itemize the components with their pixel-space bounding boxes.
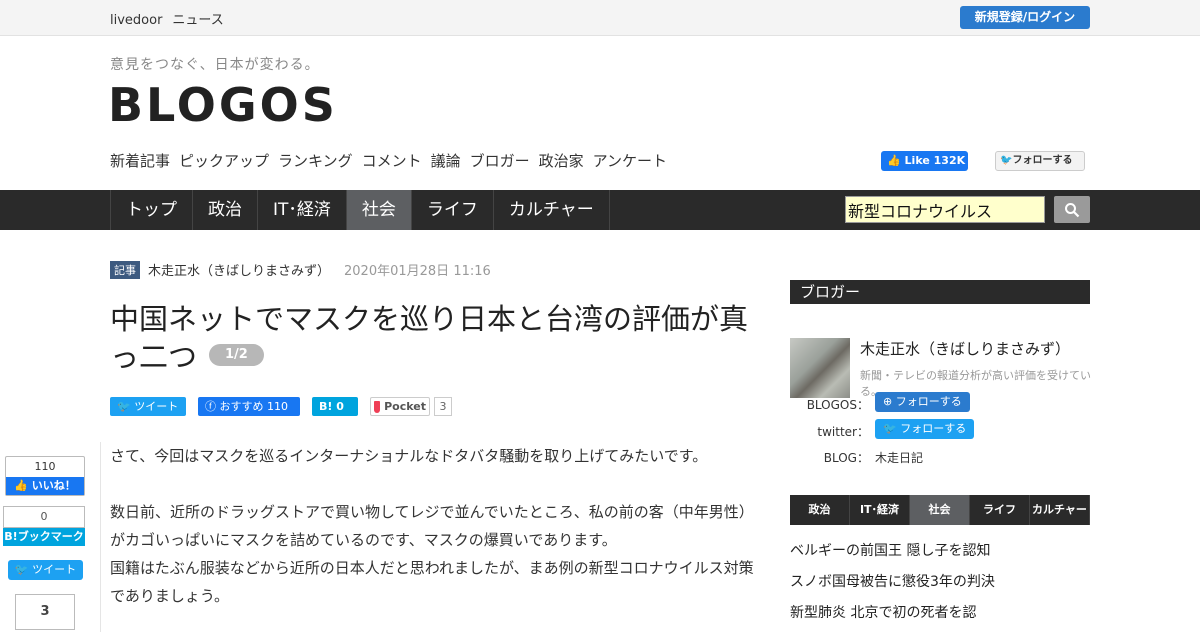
- search-icon: [1065, 203, 1080, 218]
- main-navigation: トップ 政治 IT･経済 社会 ライフ カルチャー: [0, 190, 1200, 230]
- fb-like-label: Like 132K: [904, 154, 966, 167]
- brand-news: ニュース: [172, 13, 224, 28]
- top-bar: livedoor ニュース 新規登録/ログイン: [0, 0, 1200, 36]
- site-header: 意見をつなぐ、日本が変わる。 BLOGOS 新着記事 ピックアップ ランキング …: [0, 36, 1200, 190]
- search-input[interactable]: [845, 196, 1045, 223]
- nav-top[interactable]: トップ: [110, 190, 193, 230]
- blogos-label: BLOGOS：: [806, 398, 869, 412]
- tab-it-economy[interactable]: IT･経済: [850, 495, 910, 525]
- subnav-pickup[interactable]: ピックアップ: [179, 150, 269, 171]
- tw-follow-label: フォローする: [1012, 155, 1073, 166]
- floating-fb-like[interactable]: 110 👍 いいね！: [5, 456, 85, 496]
- nav-politics[interactable]: 政治: [193, 190, 258, 230]
- tweet-label: ツイート: [134, 400, 179, 413]
- article-author[interactable]: 木走正水（きばしりまさみず）: [148, 260, 330, 279]
- subnav-survey[interactable]: アンケート: [593, 150, 667, 171]
- article-tag: 記事: [110, 260, 140, 279]
- category-tabs: 政治 IT･経済 社会 ライフ カルチャー: [790, 495, 1090, 525]
- subnav-debate[interactable]: 議論: [431, 150, 461, 171]
- avatar[interactable]: [790, 338, 850, 398]
- livedoor-brand[interactable]: livedoor ニュース: [110, 9, 234, 28]
- tweet-button[interactable]: 🐦 ツイート: [110, 397, 186, 416]
- thumbs-up-icon: 👍: [887, 154, 901, 167]
- nav-culture[interactable]: カルチャー: [494, 190, 610, 230]
- floating-tweet-button[interactable]: 🐦 ツイート: [8, 560, 83, 580]
- page-indicator: 1/2: [209, 344, 264, 366]
- pocket-button[interactable]: Pocket: [370, 397, 430, 416]
- blogos-follow-button[interactable]: ⊕ フォローする: [875, 392, 970, 412]
- nav-society[interactable]: 社会: [346, 190, 412, 230]
- fb-like-label: 👍 いいね！: [6, 477, 84, 495]
- list-item[interactable]: スノボ国母被告に懲役3年の判決: [790, 567, 1090, 598]
- subnav-ranking[interactable]: ランキング: [278, 150, 353, 171]
- hatena-label: B!ブックマーク: [3, 528, 85, 546]
- sub-navigation: 新着記事 ピックアップ ランキング コメント 議論 ブロガー 政治家 アンケート: [110, 150, 676, 171]
- twitter-label: twitter：: [817, 425, 869, 439]
- tweet-label: ツイート: [32, 563, 77, 576]
- paragraph: 国籍はたぶん服装などから近所の日本人だと思われましたが、まあ例の新型コロナウイル…: [110, 559, 754, 605]
- search-button[interactable]: [1054, 196, 1090, 223]
- paragraph: 数日前、近所のドラッグストアで買い物してレジで並んでいたところ、私の前の客（中年…: [110, 503, 754, 549]
- subnav-comment[interactable]: コメント: [362, 150, 422, 171]
- twitter-follow-button[interactable]: 🐦フォローする: [995, 151, 1085, 171]
- subnav-politician[interactable]: 政治家: [539, 150, 584, 171]
- facebook-like-button[interactable]: 👍 Like 132K: [881, 151, 968, 171]
- fb-like-count: 110: [34, 460, 56, 473]
- twitter-follow-button[interactable]: 🐦 フォローする: [875, 419, 975, 439]
- hatena-icon: B!: [319, 400, 333, 413]
- pocket-label: Pocket: [384, 400, 426, 413]
- hatena-icon: B!: [4, 530, 18, 543]
- plus-icon: ⊕: [883, 395, 893, 408]
- blogger-profile: 木走正水（きばしりまさみず） 新聞・テレビの報道分析が高い評価を受けている。: [790, 304, 1091, 398]
- floating-pocket-count[interactable]: 3: [15, 594, 75, 630]
- share-bar: 🐦 ツイート ⓕ おすすめ 110 B! 0 Pocket 3: [110, 397, 452, 416]
- twitter-bird-icon: 🐦: [1000, 155, 1013, 166]
- sidebar-heading: ブロガー: [790, 280, 1090, 304]
- tab-life[interactable]: ライフ: [970, 495, 1030, 525]
- tab-society[interactable]: 社会: [910, 495, 970, 525]
- article-date: 2020年01月28日 11:16: [344, 264, 491, 279]
- floating-hatena-bookmark[interactable]: 0 B!ブックマーク: [3, 506, 85, 546]
- twitter-bird-icon: 🐦: [883, 422, 897, 435]
- pocket-icon: [374, 400, 381, 413]
- article-title: 中国ネットでマスクを巡り日本と台湾の評価が真っ二つ 1/2: [110, 300, 750, 376]
- paragraph: さて、今回はマスクを巡るインターナショナルなドタバタ騒動を取り上げてみたいです。: [110, 447, 708, 465]
- facebook-recommend-button[interactable]: ⓕ おすすめ 110: [198, 397, 300, 416]
- blog-link[interactable]: 木走日記: [875, 449, 923, 466]
- sidebar: ブロガー 木走正水（きばしりまさみず） 新聞・テレビの報道分析が高い評価を受けて…: [790, 280, 1091, 465]
- article-body: さて、今回はマスクを巡るインターナショナルなドタバタ騒動を取り上げてみたいです。…: [110, 442, 755, 610]
- fb-recommend-label: おすすめ 110: [219, 400, 289, 413]
- article-meta: 記事 木走正水（きばしりまさみず） 2020年01月28日 11:16: [110, 260, 491, 279]
- tab-politics[interactable]: 政治: [790, 495, 850, 525]
- thumbs-up-icon: 👍: [14, 479, 28, 492]
- article-title-text: 中国ネットでマスクを巡り日本と台湾の評価が真っ二つ: [110, 302, 749, 374]
- list-item[interactable]: 新型肺炎 北京で初の死者を認: [790, 598, 1090, 629]
- signup-login-button[interactable]: 新規登録/ログイン: [960, 6, 1090, 29]
- brand-livedoor: livedoor: [110, 13, 163, 28]
- hatena-count: 0: [336, 400, 344, 413]
- hatena-bookmark-button[interactable]: B! 0: [312, 397, 358, 416]
- nav-it-economy[interactable]: IT･経済: [258, 190, 347, 230]
- blogger-name[interactable]: 木走正水（きばしりまさみず）: [860, 338, 1070, 359]
- twitter-bird-icon: 🐦: [14, 563, 29, 576]
- twitter-bird-icon: 🐦: [117, 400, 131, 413]
- site-tagline: 意見をつなぐ、日本が変わる。: [110, 57, 320, 73]
- tab-culture[interactable]: カルチャー: [1030, 495, 1090, 525]
- blog-label: BLOG：: [823, 451, 869, 465]
- hatena-count: 0: [3, 506, 85, 528]
- blogos-logo[interactable]: BLOGOS: [108, 78, 338, 132]
- list-item[interactable]: ベルギーの前国王 隠し子を認知: [790, 536, 1090, 567]
- subnav-blogger[interactable]: ブロガー: [470, 150, 530, 171]
- divider: [100, 442, 101, 632]
- news-list: ベルギーの前国王 隠し子を認知 スノボ国母被告に懲役3年の判決 新型肺炎 北京で…: [790, 536, 1090, 629]
- facebook-icon: ⓕ: [205, 400, 216, 413]
- nav-life[interactable]: ライフ: [412, 190, 494, 230]
- subnav-new[interactable]: 新着記事: [110, 150, 170, 171]
- pocket-count: 3: [434, 397, 452, 416]
